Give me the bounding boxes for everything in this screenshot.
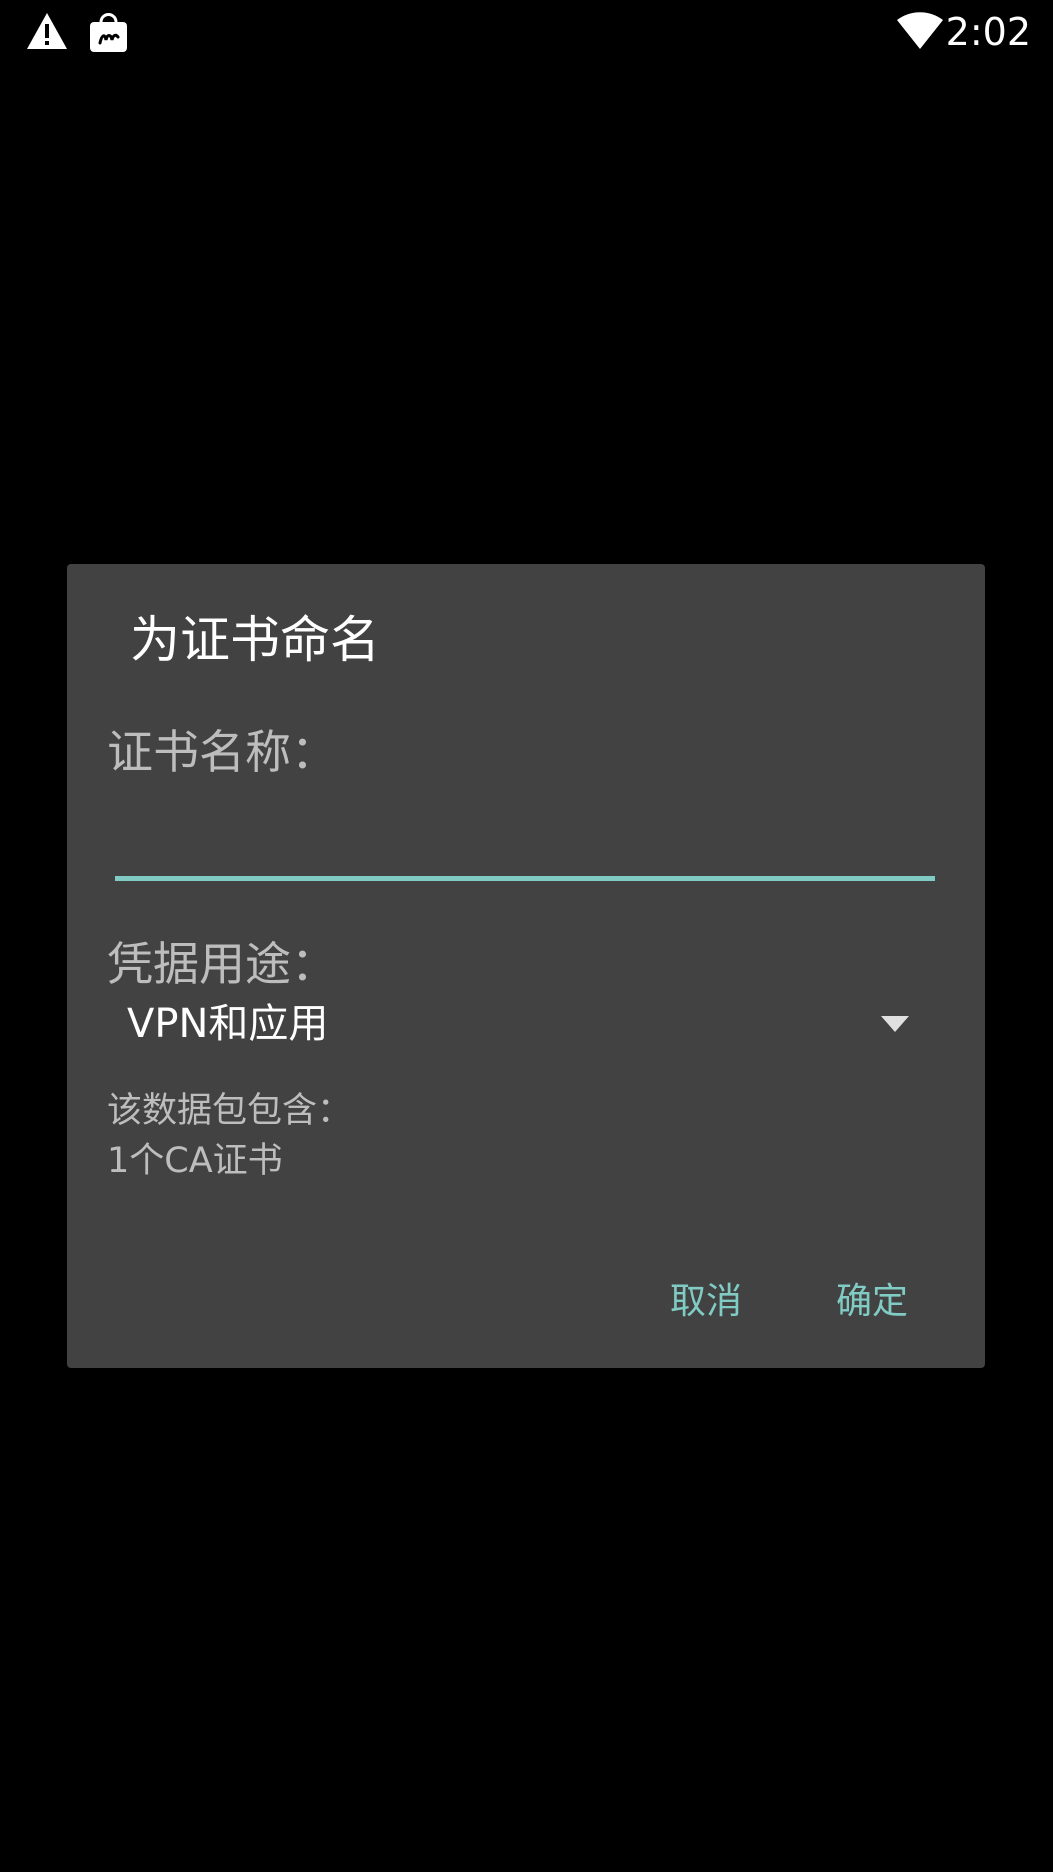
- warning-icon: [27, 13, 67, 49]
- store-icon: [90, 13, 127, 52]
- credential-usage-dropdown[interactable]: VPN和应用: [107, 992, 945, 1060]
- package-contents-value: 1个CA证书: [107, 1141, 283, 1181]
- clock: 2:02: [945, 10, 1031, 54]
- status-bar: 2:02: [0, 0, 1053, 64]
- wifi-icon: [897, 12, 943, 49]
- name-certificate-dialog: 为证书命名 证书名称： 凭据用途： VPN和应用 该数据包包含： 1个CA证书 …: [67, 564, 985, 1368]
- certificate-name-underline: [115, 876, 935, 881]
- ok-button[interactable]: 确定: [812, 1270, 932, 1334]
- cancel-button[interactable]: 取消: [646, 1270, 766, 1334]
- certificate-name-input[interactable]: [115, 804, 935, 860]
- dropdown-arrow-icon: [881, 1016, 909, 1032]
- credential-usage-value: VPN和应用: [127, 1001, 329, 1047]
- certificate-name-label: 证书名称：: [107, 725, 337, 779]
- package-contents-label: 该数据包包含：: [107, 1091, 353, 1131]
- dialog-title: 为证书命名: [130, 611, 380, 669]
- credential-usage-label: 凭据用途：: [107, 937, 337, 991]
